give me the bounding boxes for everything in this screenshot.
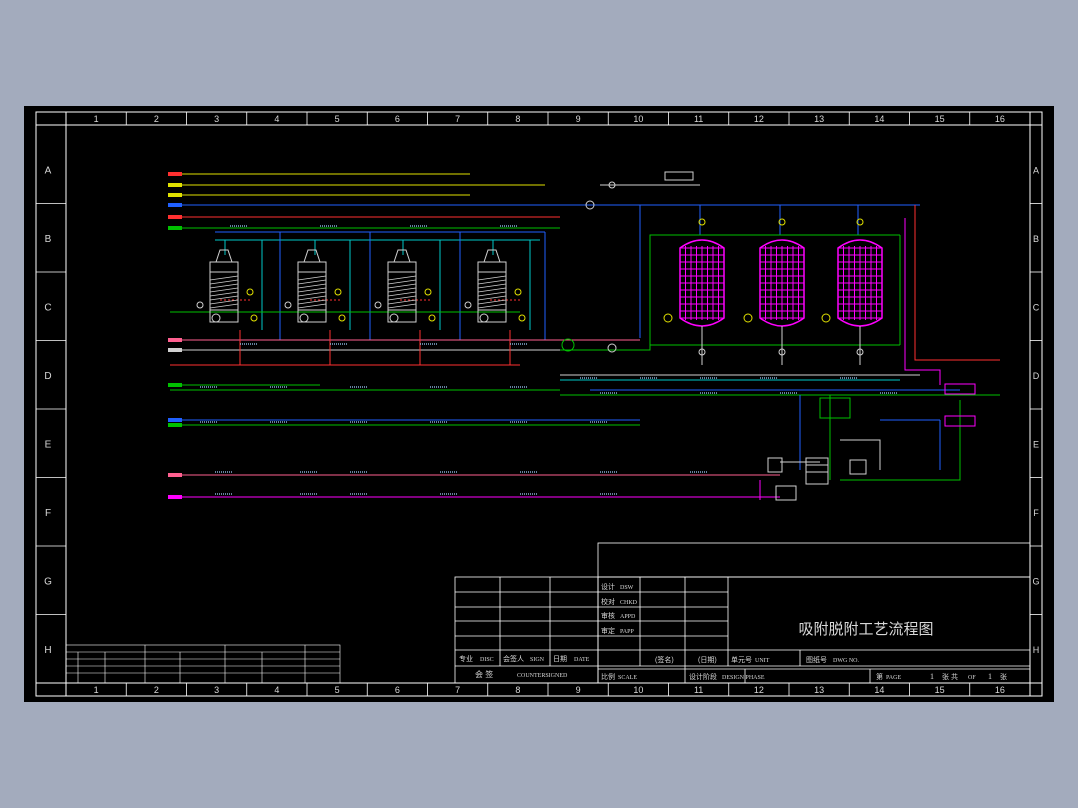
page-cn: 第 [876,672,883,681]
dwg-no-en: DWG NO. [833,658,859,664]
column-label-bottom: 10 [633,685,643,695]
page-number: 1 [930,672,934,681]
column-label-top: 2 [154,114,159,124]
row-label-right: F [1033,508,1039,518]
column-label-top: 1 [94,114,99,124]
discipline-en: DISC [480,657,494,663]
column-label-top: 16 [995,114,1005,124]
column-label-top: 8 [515,114,520,124]
date-cn: 日期 [553,655,567,663]
row-label-right: A [1033,165,1039,175]
row-label-left: B [45,234,52,245]
column-label-bottom: 11 [694,685,703,695]
row-label-left: F [45,508,51,519]
column-label-top: 10 [633,114,643,124]
column-label-bottom: 3 [214,685,219,695]
column-label-top: 3 [214,114,219,124]
row-label-right: C [1033,302,1040,312]
column-label-bottom: 7 [455,685,460,695]
column-label-top: 9 [576,114,581,124]
column-label-top: 7 [455,114,460,124]
scale-en: SCALE [618,675,637,681]
row-label-left: H [44,645,51,656]
row-label-left: C [44,302,51,313]
design-phase-cn: 设计阶段 [689,672,717,681]
review-label-cn: 审核 [601,611,615,620]
row-label-left: A [45,165,52,176]
drawing-title: 吸附脱附工艺流程图 [798,621,933,638]
row-label-left: E [45,439,52,450]
column-label-top: 15 [935,114,945,124]
column-label-bottom: 6 [395,685,400,695]
page-of-en: OF [968,675,976,681]
unit-cn: 单元号 [731,655,752,664]
column-label-top: 11 [694,114,703,124]
design-label-en: DSW [620,585,634,591]
column-label-bottom: 15 [935,685,945,695]
page-total: 1 [988,672,992,681]
check-label-cn: 校对 [601,597,615,606]
column-label-bottom: 4 [274,685,279,695]
column-label-top: 4 [274,114,279,124]
countersigned-cn: 会 签 [475,669,493,679]
column-label-top: 6 [395,114,400,124]
unit-en: UNIT [755,658,770,664]
row-label-left: D [44,371,51,382]
check-label-en: CHKD [620,600,638,606]
column-label-top: 5 [335,114,340,124]
column-label-bottom: 14 [874,685,884,695]
page-en: PAGE [886,675,901,681]
signature-label: (签名) [655,655,674,664]
drawing-canvas: 1 2 3 4 5 6 7 8 9 10 11 12 13 14 15 16 1 2 3 4 5 6 7 8 9 10 11 12 1… [24,106,1054,702]
column-label-top: 13 [814,114,824,124]
row-label-right: B [1033,234,1039,244]
column-label-top: 12 [754,114,764,124]
column-label-bottom: 1 [94,685,99,695]
countersign-person-en: SIGN [530,657,545,663]
row-label-left: G [44,576,52,587]
approve-label-cn: 审定 [601,626,615,635]
column-label-bottom: 9 [576,685,581,695]
dwg-no-cn: 图纸号 [806,655,827,664]
column-label-bottom: 5 [335,685,340,695]
countersigned-en: COUNTERSIGNED [517,673,568,679]
countersign-person-cn: 会签人 [503,654,524,663]
discipline-cn: 专业 [459,654,473,663]
row-label-right: E [1033,439,1039,449]
scale-cn: 比例 [601,672,615,681]
row-label-right: G [1032,576,1039,586]
column-label-bottom: 12 [754,685,764,695]
column-label-top: 14 [874,114,884,124]
page-of-cn: 张 共 [942,672,958,681]
column-label-bottom: 8 [515,685,520,695]
date-en: DATE [574,657,590,663]
review-label-en: APPD [620,614,636,620]
page-end-cn: 张 [1000,672,1007,681]
date-paren-label: (日期) [698,656,717,664]
column-label-bottom: 13 [814,685,824,695]
design-phase-en: DESIGN PHASE [722,675,765,681]
row-label-right: D [1033,371,1040,381]
column-label-bottom: 2 [154,685,159,695]
column-label-bottom: 16 [995,685,1005,695]
row-label-right: H [1033,645,1040,655]
approve-label-en: PAPP [620,629,634,635]
design-label-cn: 设计 [601,582,615,591]
